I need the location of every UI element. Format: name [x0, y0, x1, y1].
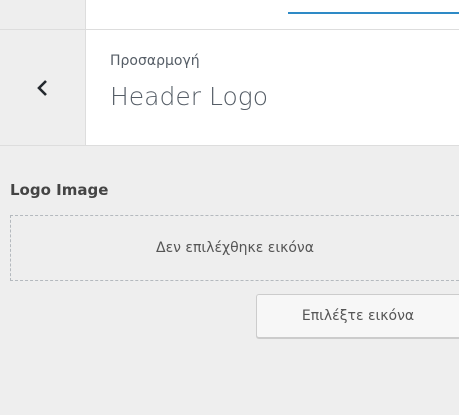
top-strip	[0, 0, 459, 30]
header-subtitle: Προσαρμογή	[110, 53, 200, 69]
header-text: Προσαρμογή Header Logo	[110, 52, 268, 112]
chevron-left-icon	[36, 79, 50, 97]
top-strip-right	[86, 0, 459, 29]
top-strip-left	[0, 0, 86, 29]
logo-image-label: Logo Image	[10, 181, 109, 199]
page-title: Header Logo	[110, 82, 269, 111]
select-image-button[interactable]: Επιλέξτε εικόνα	[256, 294, 459, 338]
image-placeholder: Δεν επιλέχθηκε εικόνα	[10, 215, 459, 281]
customizer-section-header: Προσαρμογή Header Logo	[0, 30, 459, 146]
top-accent-line	[288, 12, 459, 14]
back-button[interactable]	[0, 30, 86, 145]
